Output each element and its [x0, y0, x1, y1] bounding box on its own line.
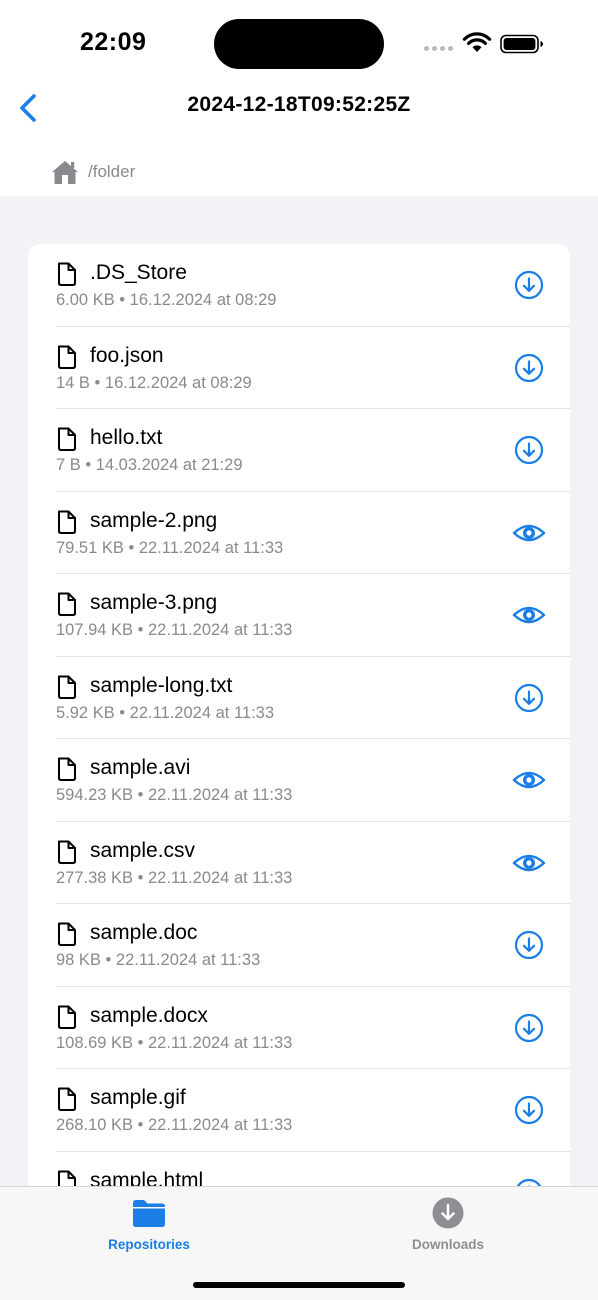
status-time: 22:09: [80, 28, 147, 56]
file-row[interactable]: sample-long.txt 5.92 KB • 22.11.2024 at 1…: [28, 657, 570, 739]
file-row[interactable]: sample.docx 108.69 KB • 22.11.2024 at 11:…: [28, 987, 570, 1069]
file-row[interactable]: sample-2.png 79.51 KB • 22.11.2024 at 11:…: [28, 492, 570, 574]
download-button[interactable]: [512, 1095, 546, 1125]
file-row[interactable]: sample.csv 277.38 KB • 22.11.2024 at 11:3…: [28, 822, 570, 904]
file-name: hello.txt: [90, 426, 163, 449]
tab-label-downloads: Downloads: [411, 1237, 484, 1252]
cellular-signal-icon: [424, 46, 454, 54]
file-row[interactable]: hello.txt 7 B • 14.03.2024 at 21:29: [28, 409, 570, 492]
file-icon: [58, 427, 76, 451]
file-icon: [58, 1087, 76, 1111]
tab-label-repositories: Repositories: [108, 1237, 190, 1252]
home-indicator: [193, 1282, 405, 1288]
file-meta: 277.38 KB • 22.11.2024 at 11:33: [56, 868, 293, 887]
view-button[interactable]: [512, 518, 546, 548]
file-name: sample.gif: [90, 1086, 186, 1109]
file-name: sample-3.png: [90, 591, 218, 614]
eye-icon: [512, 606, 546, 624]
file-meta: 107.94 KB • 22.11.2024 at 11:33: [56, 621, 293, 639]
file-row[interactable]: sample.avi 594.23 KB • 22.11.2024 at 11:3…: [28, 739, 570, 822]
tab-repositories[interactable]: Repositories: [49, 1187, 249, 1263]
download-button[interactable]: [512, 270, 546, 300]
file-row[interactable]: .DS_Store 6.00 KB • 16.12.2024 at 08:29: [28, 244, 570, 327]
folder-icon: [133, 1200, 165, 1227]
download-icon: [514, 683, 544, 712]
file-meta: 5.92 KB • 22.11.2024 at 11:33: [56, 703, 275, 722]
file-name: sample.doc: [90, 921, 198, 944]
download-button[interactable]: [512, 435, 546, 465]
page-title: 2024-12-18T09:52:25Z: [187, 93, 411, 116]
header-area: 22:09 2024-12-18T09:52:25Z /folder: [0, 0, 598, 196]
dynamic-island: [214, 19, 384, 69]
file-name: sample.avi: [90, 756, 191, 779]
download-button[interactable]: [512, 683, 546, 713]
file-row[interactable]: sample.doc 98 KB • 22.11.2024 at 11:33: [28, 904, 570, 987]
file-meta: 268.10 KB • 22.11.2024 at 11:33: [56, 1116, 293, 1134]
file-icon: [58, 675, 76, 699]
file-icon: [58, 840, 76, 864]
file-meta: 79.51 KB • 22.11.2024 at 11:33: [56, 538, 284, 557]
view-button[interactable]: [512, 848, 546, 878]
file-row[interactable]: foo.json 14 B • 16.12.2024 at 08:29: [28, 327, 570, 409]
file-row[interactable]: sample-3.png 107.94 KB • 22.11.2024 at 11…: [28, 574, 570, 657]
file-icon: [58, 592, 76, 616]
eye-icon: [512, 854, 546, 871]
download-circle-icon: [432, 1197, 464, 1229]
file-name: sample-2.png: [90, 508, 218, 532]
view-button[interactable]: [512, 600, 546, 630]
download-icon: [514, 270, 544, 300]
file-icon: [58, 757, 76, 781]
file-name: sample.csv: [90, 838, 196, 862]
download-button[interactable]: [512, 1013, 546, 1043]
file-icon: [58, 922, 76, 946]
wifi-icon: [462, 32, 492, 52]
download-icon: [514, 930, 544, 960]
eye-icon: [512, 524, 546, 541]
file-name: .DS_Store: [90, 261, 187, 284]
file-name: foo.json: [90, 343, 164, 367]
file-icon: [58, 262, 76, 286]
view-button[interactable]: [512, 765, 546, 795]
tab-downloads[interactable]: Downloads: [348, 1187, 548, 1263]
breadcrumb-path[interactable]: /folder: [88, 162, 135, 182]
file-icon: [58, 1005, 76, 1029]
battery-icon: [500, 34, 543, 54]
file-meta: 98 KB • 22.11.2024 at 11:33: [56, 951, 261, 969]
download-icon: [514, 1013, 544, 1042]
download-button[interactable]: [512, 353, 546, 383]
download-icon: [514, 353, 544, 382]
file-list: .DS_Store 6.00 KB • 16.12.2024 at 08:29 fo…: [28, 244, 570, 1244]
download-button[interactable]: [512, 930, 546, 960]
file-icon: [58, 345, 76, 369]
download-icon: [514, 435, 544, 465]
eye-icon: [512, 771, 546, 789]
file-name: sample.docx: [90, 1003, 208, 1027]
file-icon: [58, 510, 76, 534]
file-meta: 594.23 KB • 22.11.2024 at 11:33: [56, 786, 293, 804]
home-icon: [52, 161, 78, 184]
file-row[interactable]: sample.gif 268.10 KB • 22.11.2024 at 11:3…: [28, 1069, 570, 1152]
file-name: sample-long.txt: [90, 673, 233, 697]
file-meta: 108.69 KB • 22.11.2024 at 11:33: [56, 1033, 293, 1052]
file-meta: 14 B • 16.12.2024 at 08:29: [56, 373, 252, 392]
file-meta: 7 B • 14.03.2024 at 21:29: [56, 456, 243, 474]
download-icon: [514, 1095, 544, 1125]
file-meta: 6.00 KB • 16.12.2024 at 08:29: [56, 291, 277, 309]
